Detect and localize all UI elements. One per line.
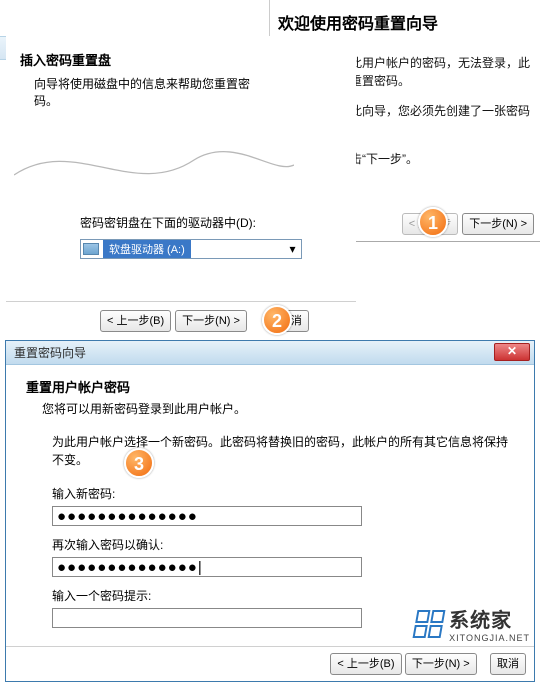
annotation-badge-1: 1 (418, 207, 448, 237)
reset-button-bar: < 上一步(B) 下一步(N) > 取消 (6, 646, 534, 681)
separator (6, 301, 356, 302)
watermark: 系统家 XITONGJIA.NET (415, 604, 530, 643)
annotation-badge-3: 3 (124, 448, 154, 478)
drive-combobox[interactable]: 软盘驱动器 (A:) ▾ (80, 239, 302, 259)
reset-cancel-button[interactable]: 取消 (490, 653, 526, 675)
close-button[interactable]: ✕ (494, 343, 530, 361)
disk-next-button[interactable]: 下一步(N) > (175, 310, 247, 332)
disk-back-button[interactable]: < 上一步(B) (100, 310, 171, 332)
watermark-text: 系统家 XITONGJIA.NET (449, 604, 530, 643)
reset-back-button[interactable]: < 上一步(B) (330, 653, 401, 675)
drive-label: 密码密钥盘在下面的驱动器中(D): (20, 214, 342, 231)
close-icon: ✕ (507, 344, 517, 358)
welcome-next-button[interactable]: 下一步(N) > (462, 213, 534, 235)
confirm-password-input[interactable]: ●●●●●●●●●●●●●●| (52, 557, 362, 577)
new-password-label-text: 输入新密码: (52, 485, 115, 502)
drive-value: 软盘驱动器 (A:) (103, 240, 191, 258)
new-password-input[interactable]: ●●●●●●●●●●●●●● (52, 506, 362, 526)
hint-label: 输入一个密码提示: (26, 587, 514, 604)
reset-title-text: 重置密码向导 (14, 346, 86, 360)
reset-subtext: 您将可以用新密码登录到此用户帐户。 (26, 400, 514, 417)
annotation-badge-2: 2 (262, 305, 292, 335)
confirm-password-label: 再次输入密码以确认: (26, 536, 514, 553)
hint-input[interactable] (52, 608, 362, 628)
decorative-wave (14, 145, 294, 185)
reset-next-button[interactable]: 下一步(N) > (405, 653, 477, 675)
disk-subtext: 向导将使用磁盘中的信息来帮助您重置密码。 (20, 75, 260, 109)
floppy-icon (83, 243, 99, 255)
watermark-logo-icon (413, 610, 446, 638)
chevron-down-icon[interactable]: ▾ (286, 242, 299, 256)
new-password-label: 输入新密码: (26, 485, 514, 502)
watermark-cn: 系统家 (449, 604, 530, 633)
reset-description: 为此用户帐户选择一个新密码。此密码将替换旧的密码，此帐户的所有其它信息将保持不变… (26, 433, 514, 469)
disk-panel: 插入密码重置盘 向导将使用磁盘中的信息来帮助您重置密码。 密码密钥盘在下面的驱动… (6, 36, 356, 336)
disk-heading: 插入密码重置盘 (20, 50, 342, 69)
watermark-en: XITONGJIA.NET (449, 633, 530, 643)
reset-titlebar: 重置密码向导 ✕ (6, 341, 534, 365)
welcome-title: 欢迎使用密码重置向导 (278, 10, 532, 34)
reset-heading: 重置用户帐户密码 (26, 377, 514, 396)
